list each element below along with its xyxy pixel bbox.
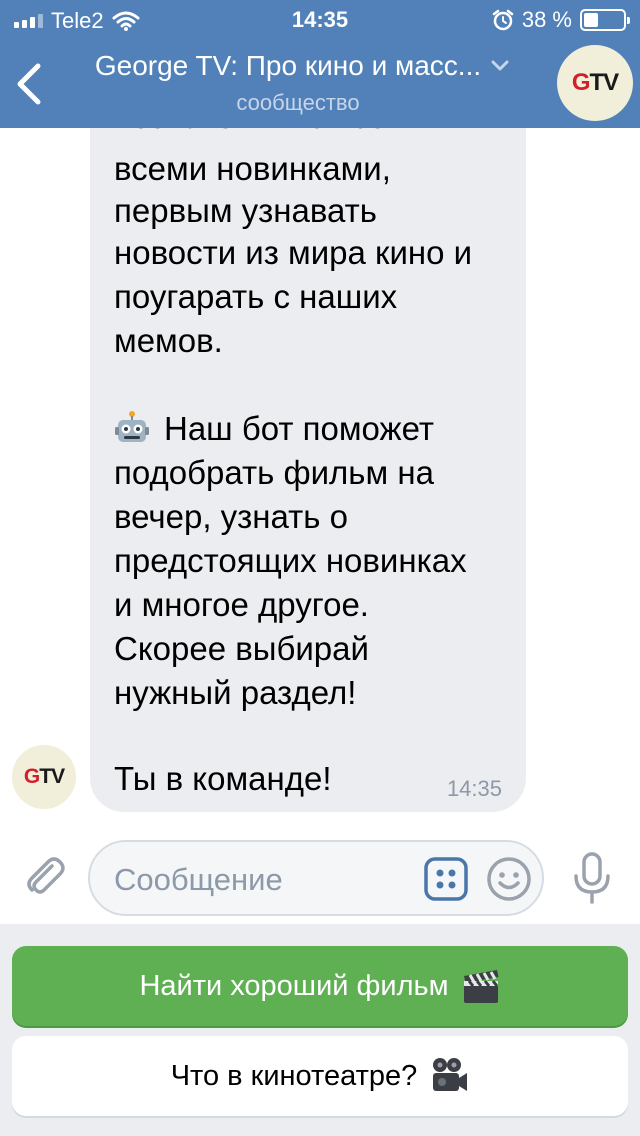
chevron-left-icon[interactable] [14,62,44,106]
message-text-line: Наш бот поможет [114,406,434,452]
gtv-logo: GTV [23,765,65,788]
battery-percent: 38 % [521,7,572,32]
chat-subtitle: сообщество [236,90,360,115]
chevron-down-icon [491,60,509,71]
message-input-placeholder: Сообщение [114,862,283,897]
message-text-line: подобрать фильм на [114,454,434,491]
message-text-line: и многое другое. [114,586,369,623]
clapperboard-icon [463,970,499,1003]
robot-icon [115,411,149,442]
message-time: 14:35 [446,776,502,801]
message-text-line: мемов. [114,322,223,359]
gtv-logo: GTV [571,69,619,96]
chat-title-button[interactable]: George TV: Про кино и масс... [52,50,552,82]
apps-icon[interactable] [423,856,469,902]
message-text-line: вечер, узнать о [114,498,348,535]
sender-avatar[interactable]: GTV [12,745,76,809]
microphone-icon[interactable] [572,852,612,904]
message-text-line: Ты в команде! [114,760,332,797]
community-avatar[interactable]: GTV [557,45,633,121]
message-text-line: поугарать с наших [114,278,398,315]
chat-header: Tele2 14:35 38 % George TV: Про кино и м… [0,0,640,128]
chat-title: George TV: Про кино и масс... [94,50,482,81]
message-bubble[interactable]: познакомиться со всеми новинками, первым… [90,70,526,812]
alarm-icon [492,9,514,31]
message-composer: Сообщение [0,828,640,924]
button-label: Что в кинотеатре? [170,1059,418,1092]
find-good-film-button[interactable]: Найти хороший фильм [12,946,628,1026]
battery-icon [580,9,630,31]
message-text-line: первым узнавать [114,192,377,229]
movie-camera-icon [433,1058,468,1091]
message-text-line: Скорее выбирай [114,630,369,667]
message-text-line: новости из мира кино и [114,234,473,271]
message-text-line: нужный раздел! [114,674,357,711]
status-bar: Tele2 14:35 38 % [0,0,640,40]
message-input[interactable]: Сообщение [88,840,544,916]
smile-icon[interactable] [486,856,532,902]
message-text-line: предстоящих новинках [114,542,467,579]
whats-in-cinema-button[interactable]: Что в кинотеатре? [12,1036,628,1116]
paperclip-icon[interactable] [22,854,68,900]
button-label: Найти хороший фильм [139,969,449,1002]
message-text-line: всеми новинками, [114,150,391,187]
bot-keyboard: Найти хороший фильм Что в кинотеатре? [0,924,640,1136]
